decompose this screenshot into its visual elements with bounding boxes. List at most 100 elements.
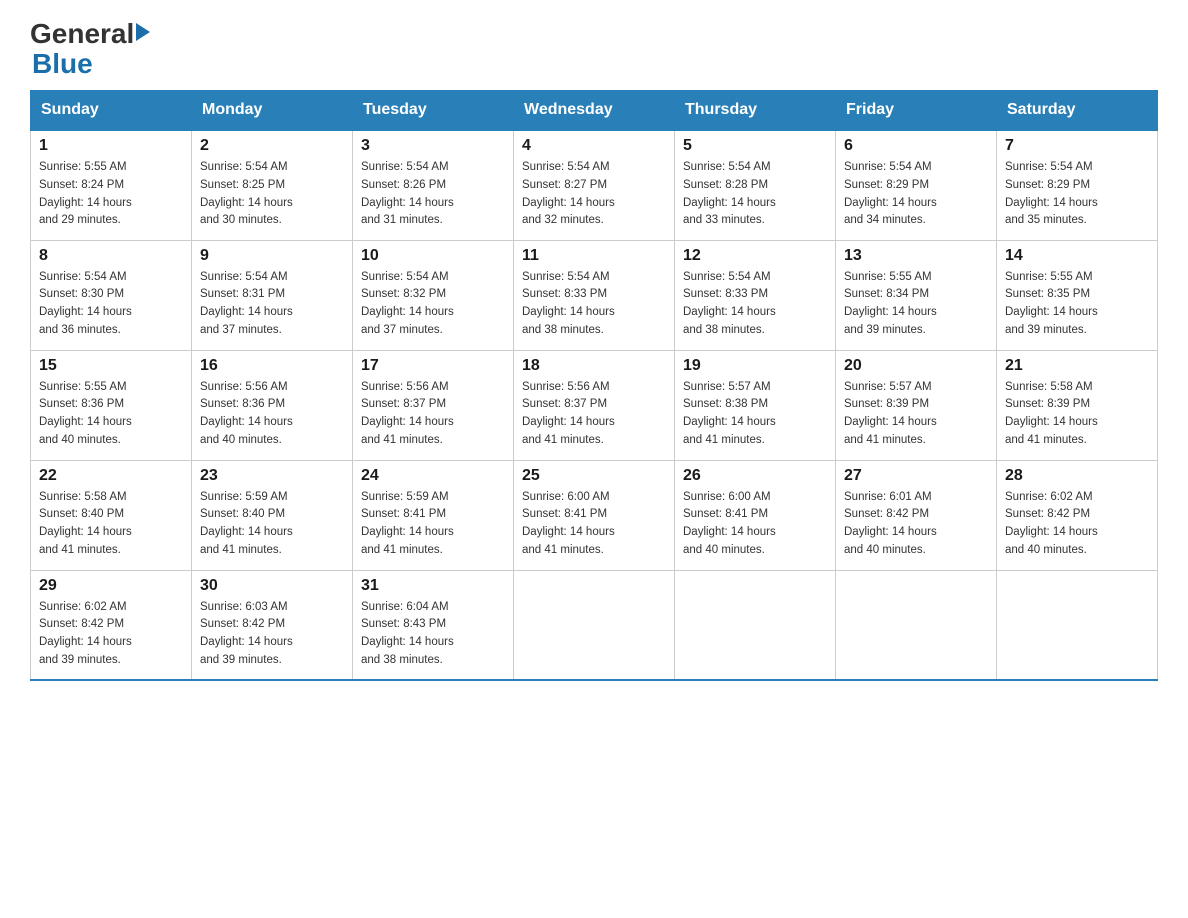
day-info: Sunrise: 5:57 AMSunset: 8:38 PMDaylight:… — [683, 379, 827, 450]
calendar-cell — [675, 570, 836, 680]
calendar-cell: 15 Sunrise: 5:55 AMSunset: 8:36 PMDayligh… — [31, 350, 192, 460]
calendar-cell: 27Sunrise: 6:01 AMSunset: 8:42 PMDayligh… — [836, 460, 997, 570]
calendar-cell — [514, 570, 675, 680]
day-info: Sunrise: 6:01 AMSunset: 8:42 PMDaylight:… — [844, 489, 988, 560]
day-number: 30 — [200, 577, 344, 595]
day-info: Sunrise: 6:03 AMSunset: 8:42 PMDaylight:… — [200, 599, 344, 670]
day-number: 16 — [200, 357, 344, 375]
calendar-cell: 31 Sunrise: 6:04 AMSunset: 8:43 PMDayligh… — [353, 570, 514, 680]
calendar-cell: 10 Sunrise: 5:54 AMSunset: 8:32 PMDayligh… — [353, 240, 514, 350]
day-info: Sunrise: 5:57 AMSunset: 8:39 PMDaylight:… — [844, 379, 988, 450]
day-number: 28 — [1005, 467, 1149, 485]
day-info: Sunrise: 5:54 AMSunset: 8:29 PMDaylight:… — [844, 159, 988, 230]
day-number: 19 — [683, 357, 827, 375]
page-header: General Blue — [30, 20, 1158, 80]
day-info: Sunrise: 5:54 AMSunset: 8:33 PMDaylight:… — [683, 269, 827, 340]
day-number: 2 — [200, 137, 344, 155]
day-info: Sunrise: 5:59 AMSunset: 8:41 PMDaylight:… — [361, 489, 505, 560]
calendar-cell — [997, 570, 1158, 680]
day-info: Sunrise: 6:02 AMSunset: 8:42 PMDaylight:… — [1005, 489, 1149, 560]
day-number: 22 — [39, 467, 183, 485]
calendar-cell: 4 Sunrise: 5:54 AMSunset: 8:27 PMDaylight… — [514, 130, 675, 240]
day-info: Sunrise: 5:55 AMSunset: 8:34 PMDaylight:… — [844, 269, 988, 340]
calendar-cell: 13Sunrise: 5:55 AMSunset: 8:34 PMDayligh… — [836, 240, 997, 350]
calendar-cell: 20 Sunrise: 5:57 AMSunset: 8:39 PMDayligh… — [836, 350, 997, 460]
day-number: 6 — [844, 137, 988, 155]
day-number: 5 — [683, 137, 827, 155]
day-info: Sunrise: 5:54 AMSunset: 8:29 PMDaylight:… — [1005, 159, 1149, 230]
day-number: 11 — [522, 247, 666, 265]
calendar-cell: 2 Sunrise: 5:54 AMSunset: 8:25 PMDaylight… — [192, 130, 353, 240]
day-number: 9 — [200, 247, 344, 265]
calendar-cell: 30 Sunrise: 6:03 AMSunset: 8:42 PMDayligh… — [192, 570, 353, 680]
week-row-4: 22 Sunrise: 5:58 AMSunset: 8:40 PMDayligh… — [31, 460, 1158, 570]
day-info: Sunrise: 5:54 AMSunset: 8:33 PMDaylight:… — [522, 269, 666, 340]
day-info: Sunrise: 5:55 AMSunset: 8:35 PMDaylight:… — [1005, 269, 1149, 340]
day-info: Sunrise: 6:02 AMSunset: 8:42 PMDaylight:… — [39, 599, 183, 670]
week-row-5: 29 Sunrise: 6:02 AMSunset: 8:42 PMDayligh… — [31, 570, 1158, 680]
calendar-cell: 23 Sunrise: 5:59 AMSunset: 8:40 PMDayligh… — [192, 460, 353, 570]
calendar-cell: 22 Sunrise: 5:58 AMSunset: 8:40 PMDayligh… — [31, 460, 192, 570]
day-number: 8 — [39, 247, 183, 265]
calendar-cell: 25Sunrise: 6:00 AMSunset: 8:41 PMDayligh… — [514, 460, 675, 570]
day-info: Sunrise: 5:54 AMSunset: 8:31 PMDaylight:… — [200, 269, 344, 340]
day-info: Sunrise: 5:54 AMSunset: 8:27 PMDaylight:… — [522, 159, 666, 230]
logo-general: General — [30, 20, 134, 48]
day-number: 24 — [361, 467, 505, 485]
day-info: Sunrise: 5:58 AMSunset: 8:40 PMDaylight:… — [39, 489, 183, 560]
day-info: Sunrise: 5:59 AMSunset: 8:40 PMDaylight:… — [200, 489, 344, 560]
calendar-cell: 7 Sunrise: 5:54 AMSunset: 8:29 PMDaylight… — [997, 130, 1158, 240]
day-number: 4 — [522, 137, 666, 155]
calendar-cell: 6 Sunrise: 5:54 AMSunset: 8:29 PMDaylight… — [836, 130, 997, 240]
calendar-cell: 17 Sunrise: 5:56 AMSunset: 8:37 PMDayligh… — [353, 350, 514, 460]
day-number: 3 — [361, 137, 505, 155]
day-number: 14 — [1005, 247, 1149, 265]
calendar-cell: 12 Sunrise: 5:54 AMSunset: 8:33 PMDayligh… — [675, 240, 836, 350]
day-number: 1 — [39, 137, 183, 155]
day-number: 18 — [522, 357, 666, 375]
week-row-2: 8Sunrise: 5:54 AMSunset: 8:30 PMDaylight… — [31, 240, 1158, 350]
day-info: Sunrise: 5:56 AMSunset: 8:37 PMDaylight:… — [361, 379, 505, 450]
calendar-cell: 14 Sunrise: 5:55 AMSunset: 8:35 PMDayligh… — [997, 240, 1158, 350]
calendar-cell: 28 Sunrise: 6:02 AMSunset: 8:42 PMDayligh… — [997, 460, 1158, 570]
day-info: Sunrise: 5:54 AMSunset: 8:32 PMDaylight:… — [361, 269, 505, 340]
day-number: 25 — [522, 467, 666, 485]
calendar-cell: 11 Sunrise: 5:54 AMSunset: 8:33 PMDayligh… — [514, 240, 675, 350]
day-info: Sunrise: 6:04 AMSunset: 8:43 PMDaylight:… — [361, 599, 505, 670]
calendar-cell: 5 Sunrise: 5:54 AMSunset: 8:28 PMDaylight… — [675, 130, 836, 240]
day-number: 23 — [200, 467, 344, 485]
calendar-cell: 9 Sunrise: 5:54 AMSunset: 8:31 PMDaylight… — [192, 240, 353, 350]
days-header-row: SundayMondayTuesdayWednesdayThursdayFrid… — [31, 91, 1158, 131]
day-number: 29 — [39, 577, 183, 595]
day-number: 7 — [1005, 137, 1149, 155]
day-header-monday: Monday — [192, 91, 353, 131]
day-info: Sunrise: 5:54 AMSunset: 8:25 PMDaylight:… — [200, 159, 344, 230]
logo-blue-text: Blue — [32, 48, 150, 80]
day-info: Sunrise: 5:55 AMSunset: 8:36 PMDaylight:… — [39, 379, 183, 450]
week-row-3: 15 Sunrise: 5:55 AMSunset: 8:36 PMDayligh… — [31, 350, 1158, 460]
day-number: 17 — [361, 357, 505, 375]
calendar-cell: 21Sunrise: 5:58 AMSunset: 8:39 PMDayligh… — [997, 350, 1158, 460]
day-number: 31 — [361, 577, 505, 595]
day-info: Sunrise: 6:00 AMSunset: 8:41 PMDaylight:… — [683, 489, 827, 560]
day-number: 12 — [683, 247, 827, 265]
day-header-friday: Friday — [836, 91, 997, 131]
day-info: Sunrise: 5:56 AMSunset: 8:36 PMDaylight:… — [200, 379, 344, 450]
day-number: 15 — [39, 357, 183, 375]
day-header-wednesday: Wednesday — [514, 91, 675, 131]
day-header-thursday: Thursday — [675, 91, 836, 131]
day-info: Sunrise: 5:55 AMSunset: 8:24 PMDaylight:… — [39, 159, 183, 230]
calendar-cell: 26Sunrise: 6:00 AMSunset: 8:41 PMDayligh… — [675, 460, 836, 570]
calendar-cell: 19 Sunrise: 5:57 AMSunset: 8:38 PMDayligh… — [675, 350, 836, 460]
day-number: 10 — [361, 247, 505, 265]
logo-arrow-icon — [136, 23, 150, 41]
day-number: 20 — [844, 357, 988, 375]
day-info: Sunrise: 5:54 AMSunset: 8:28 PMDaylight:… — [683, 159, 827, 230]
calendar-cell: 16 Sunrise: 5:56 AMSunset: 8:36 PMDayligh… — [192, 350, 353, 460]
day-info: Sunrise: 5:58 AMSunset: 8:39 PMDaylight:… — [1005, 379, 1149, 450]
week-row-1: 1 Sunrise: 5:55 AMSunset: 8:24 PMDaylight… — [31, 130, 1158, 240]
calendar-cell: 3Sunrise: 5:54 AMSunset: 8:26 PMDaylight… — [353, 130, 514, 240]
day-header-tuesday: Tuesday — [353, 91, 514, 131]
calendar-cell — [836, 570, 997, 680]
logo: General Blue — [30, 20, 150, 80]
